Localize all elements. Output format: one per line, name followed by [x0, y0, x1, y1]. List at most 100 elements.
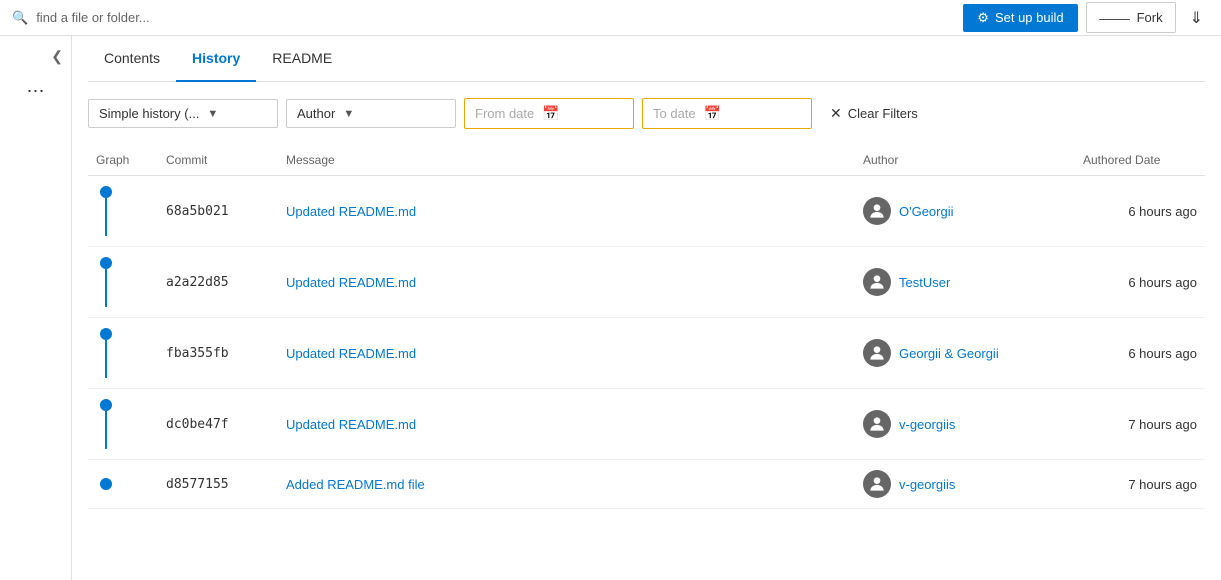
tab-readme[interactable]: README	[256, 36, 348, 82]
download-icon: ⇓	[1190, 10, 1203, 27]
graph-cell	[88, 389, 158, 460]
search-area: 🔍 find a file or folder...	[12, 10, 150, 26]
authored-date: 7 hours ago	[1128, 417, 1197, 432]
to-date-input[interactable]: To date 📅	[642, 98, 812, 129]
authored-date: 6 hours ago	[1128, 275, 1197, 290]
author-name[interactable]: Georgii & Georgii	[899, 346, 999, 361]
sidebar: ❮ ⋯	[0, 36, 72, 580]
setup-build-button[interactable]: ⚙ Set up build	[963, 4, 1077, 32]
top-bar: 🔍 find a file or folder... ⚙ Set up buil…	[0, 0, 1221, 36]
commit-hash-cell: fba355fb	[158, 318, 278, 389]
authored-date-cell: 7 hours ago	[1075, 389, 1205, 460]
sidebar-menu-button[interactable]: ⋯	[23, 77, 49, 106]
to-date-placeholder: To date	[653, 106, 696, 121]
commit-message[interactable]: Updated README.md	[286, 275, 416, 290]
top-bar-actions: ⚙ Set up build ⸻ Fork ⇓	[963, 2, 1209, 33]
history-type-label: Simple history (...	[99, 106, 199, 121]
author-cell: O'Georgii	[855, 176, 1075, 247]
main-layout: ❮ ⋯ Contents History README Simple histo…	[0, 36, 1221, 580]
fork-button[interactable]: ⸻ Fork	[1086, 2, 1176, 33]
author-cell: v-georgiis	[855, 460, 1075, 509]
calendar-icon: 📅	[542, 105, 559, 122]
graph-cell	[88, 247, 158, 318]
author-dropdown[interactable]: Author ▼	[286, 99, 456, 128]
author-info: v-georgiis	[863, 410, 1067, 438]
commit-message[interactable]: Updated README.md	[286, 417, 416, 432]
avatar	[863, 268, 891, 296]
content-area: Contents History README Simple history (…	[72, 36, 1221, 580]
tab-contents[interactable]: Contents	[88, 36, 176, 82]
graph-line-wrapper	[96, 478, 116, 490]
download-button[interactable]: ⇓	[1184, 4, 1209, 32]
author-name[interactable]: TestUser	[899, 275, 950, 290]
authored-date-cell: 6 hours ago	[1075, 176, 1205, 247]
graph-dot	[100, 328, 112, 340]
avatar	[863, 410, 891, 438]
clear-filters-label: Clear Filters	[848, 106, 918, 121]
author-cell: Georgii & Georgii	[855, 318, 1075, 389]
commit-message-cell: Added README.md file	[278, 460, 855, 509]
graph-line	[105, 198, 107, 236]
author-info: O'Georgii	[863, 197, 1067, 225]
author-info: TestUser	[863, 268, 1067, 296]
commit-hash-cell: d8577155	[158, 460, 278, 509]
from-date-input[interactable]: From date 📅	[464, 98, 634, 129]
commit-message-cell: Updated README.md	[278, 247, 855, 318]
author-info: Georgii & Georgii	[863, 339, 1067, 367]
author-name[interactable]: v-georgiis	[899, 477, 955, 492]
author-name[interactable]: O'Georgii	[899, 204, 954, 219]
filters-row: Simple history (... ▼ Author ▼ From date…	[88, 98, 1205, 129]
col-graph: Graph	[88, 149, 158, 176]
graph-line	[105, 340, 107, 378]
commit-hash-cell: dc0be47f	[158, 389, 278, 460]
col-commit: Commit	[158, 149, 278, 176]
author-name[interactable]: v-georgiis	[899, 417, 955, 432]
setup-build-icon: ⚙	[977, 10, 989, 26]
graph-line	[105, 411, 107, 449]
commit-message[interactable]: Updated README.md	[286, 204, 416, 219]
tab-history[interactable]: History	[176, 36, 256, 82]
commit-message-cell: Updated README.md	[278, 176, 855, 247]
author-label: Author	[297, 106, 335, 121]
col-author: Author	[855, 149, 1075, 176]
table-row: d8577155Added README.md file v-georgiis …	[88, 460, 1205, 509]
avatar	[863, 339, 891, 367]
graph-line-wrapper	[96, 328, 116, 378]
avatar	[863, 197, 891, 225]
authored-date: 6 hours ago	[1128, 346, 1197, 361]
search-icon: 🔍	[12, 10, 28, 26]
graph-cell	[88, 318, 158, 389]
commit-hash[interactable]: 68a5b021	[166, 204, 229, 219]
history-type-dropdown[interactable]: Simple history (... ▼	[88, 99, 278, 128]
authored-date: 7 hours ago	[1128, 477, 1197, 492]
setup-build-label: Set up build	[995, 10, 1064, 25]
commit-message-cell: Updated README.md	[278, 389, 855, 460]
graph-line-wrapper	[96, 399, 116, 449]
avatar	[863, 470, 891, 498]
table-header-row: Graph Commit Message Author Authored Dat…	[88, 149, 1205, 176]
sidebar-collapse-button[interactable]: ❮	[43, 44, 71, 69]
commit-hash-cell: 68a5b021	[158, 176, 278, 247]
graph-cell	[88, 460, 158, 509]
authored-date-cell: 6 hours ago	[1075, 318, 1205, 389]
chevron-down-icon: ▼	[207, 108, 218, 120]
commit-table: Graph Commit Message Author Authored Dat…	[88, 149, 1205, 509]
table-row: 68a5b021 Updated README.md O'Georgii 6 ho…	[88, 176, 1205, 247]
commit-hash[interactable]: d8577155	[166, 477, 229, 492]
graph-line	[105, 269, 107, 307]
calendar-icon: 📅	[704, 105, 721, 122]
graph-dot	[100, 399, 112, 411]
from-date-placeholder: From date	[475, 106, 534, 121]
clear-filters-button[interactable]: ✕ Clear Filters	[820, 99, 928, 128]
authored-date: 6 hours ago	[1128, 204, 1197, 219]
commit-message[interactable]: Updated README.md	[286, 346, 416, 361]
table-row: fba355fb Updated README.md Georgii & Geor…	[88, 318, 1205, 389]
table-row: dc0be47f Updated README.md v-georgiis 7 h…	[88, 389, 1205, 460]
commit-message[interactable]: Added README.md file	[286, 477, 425, 492]
commit-hash[interactable]: a2a22d85	[166, 275, 229, 290]
graph-line-wrapper	[96, 257, 116, 307]
commit-hash[interactable]: fba355fb	[166, 346, 229, 361]
commit-hash[interactable]: dc0be47f	[166, 417, 229, 432]
author-cell: TestUser	[855, 247, 1075, 318]
graph-dot	[100, 257, 112, 269]
